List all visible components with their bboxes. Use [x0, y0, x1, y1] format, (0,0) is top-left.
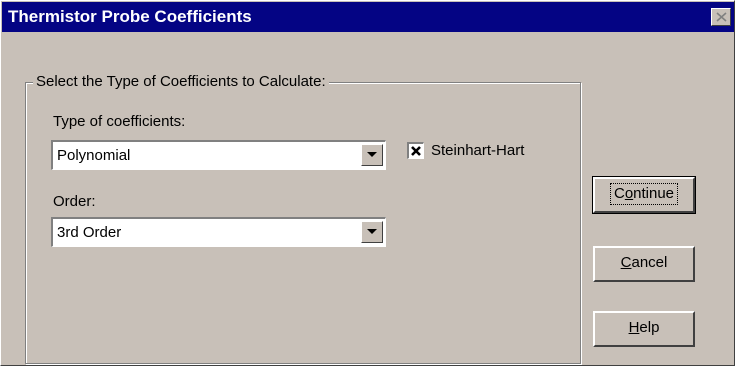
steinhart-hart-checkbox[interactable]	[407, 142, 424, 159]
chevron-down-icon	[367, 152, 377, 157]
cancel-button[interactable]: Cancel	[593, 246, 695, 282]
thermistor-dialog: Thermistor Probe Coefficients Select the…	[0, 0, 735, 366]
checkmark-icon	[411, 146, 421, 156]
close-icon	[716, 12, 727, 22]
groupbox-legend: Select the Type of Coefficients to Calcu…	[33, 73, 329, 91]
order-value: 3rd Order	[57, 224, 122, 241]
type-dropdown-button[interactable]	[361, 144, 383, 166]
continue-button[interactable]: Continue	[592, 176, 696, 214]
cancel-button-label: Cancel	[620, 254, 668, 271]
type-of-coefficients-label: Type of coefficients:	[53, 113, 186, 130]
help-button-label: Help	[628, 319, 660, 336]
steinhart-hart-label[interactable]: Steinhart-Hart	[431, 142, 524, 160]
window-title: Thermistor Probe Coefficients	[8, 7, 252, 26]
title-bar[interactable]: Thermistor Probe Coefficients	[2, 2, 734, 32]
continue-button-label: Continue	[609, 183, 679, 205]
order-dropdown-button[interactable]	[361, 221, 383, 243]
close-button[interactable]	[711, 8, 731, 26]
chevron-down-icon	[367, 229, 377, 234]
order-dropdown[interactable]: 3rd Order	[51, 217, 386, 247]
help-button[interactable]: Help	[593, 311, 695, 347]
order-label: Order:	[53, 193, 96, 210]
type-of-coefficients-value: Polynomial	[57, 147, 131, 164]
type-of-coefficients-dropdown[interactable]: Polynomial	[51, 140, 386, 170]
